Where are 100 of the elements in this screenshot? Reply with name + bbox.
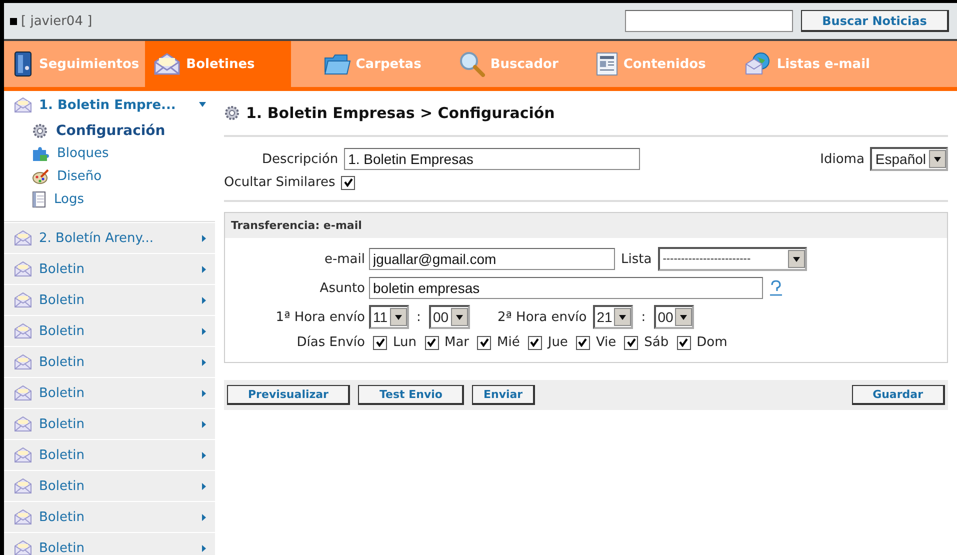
caret-right-icon: [201, 450, 207, 460]
hour-select[interactable]: 11: [369, 305, 409, 329]
globe-envelope-icon: [744, 52, 772, 76]
minute-select[interactable]: 00: [428, 305, 470, 329]
caret-right-icon: [201, 544, 207, 552]
caret-down-icon: [198, 101, 207, 109]
sidebar-item[interactable]: Boletin: [4, 285, 215, 315]
check-icon: [427, 338, 436, 347]
caret-right-icon: [201, 296, 207, 304]
caret-right-icon: [201, 326, 207, 336]
hour-select[interactable]: 21: [592, 305, 634, 329]
day-label: Dom: [696, 335, 728, 350]
help-icon: [769, 280, 783, 296]
caret-right-icon: [201, 264, 207, 274]
field-label: Días Envío: [296, 335, 365, 350]
magnifier-icon: [459, 51, 486, 77]
caret-icon: [933, 154, 942, 164]
email-field[interactable]: jguallar@gmail.com: [369, 248, 615, 270]
sidebar-subitem[interactable]: Bloques: [32, 142, 215, 165]
sidebar-item[interactable]: Boletin: [4, 502, 215, 532]
check-icon: [679, 338, 688, 347]
envelope-icon: [14, 385, 32, 401]
envelope-icon: [14, 478, 32, 494]
checkbox[interactable]: [424, 336, 438, 350]
sidebar-item[interactable]: 2. Boletín Areny...: [4, 223, 215, 253]
sidebar-item[interactable]: Boletin: [4, 347, 215, 377]
field-label: Asunto: [318, 280, 365, 296]
gear-icon: [224, 105, 240, 121]
sidebar-subitem[interactable]: Configuración: [32, 119, 215, 142]
nav-tab[interactable]: Boletines: [145, 41, 291, 87]
subject-field[interactable]: boletin empresas: [369, 277, 763, 299]
description-field[interactable]: 1. Boletin Empresas: [344, 148, 640, 170]
notebook-icon: [32, 191, 46, 208]
checkbox[interactable]: [477, 336, 492, 350]
caret-icon: [394, 312, 403, 322]
sidebar-item[interactable]: Boletin: [4, 533, 215, 555]
caret-icon: [792, 254, 801, 264]
check-icon: [376, 338, 384, 347]
binder-icon: [12, 51, 34, 77]
envelope-icon: [14, 292, 32, 308]
caret-right-icon: [201, 512, 207, 522]
caret-icon: [679, 312, 688, 322]
sidebar-item[interactable]: Boletin: [4, 440, 215, 470]
sidebar-subitem[interactable]: Diseño: [32, 165, 215, 188]
caret-right-icon: [201, 420, 207, 428]
caret-icon: [618, 312, 628, 322]
palette-icon: [32, 168, 49, 184]
sidebar-item[interactable]: Boletin: [4, 254, 215, 284]
envelope-icon: [14, 230, 32, 246]
action-button[interactable]: Enviar: [472, 385, 535, 405]
search-field[interactable]: [625, 10, 793, 32]
check-icon: [626, 338, 636, 347]
envelope-icon: [14, 416, 32, 432]
checkbox[interactable]: [676, 336, 691, 350]
checkbox[interactable]: [576, 336, 590, 350]
field-label: Descripción: [262, 152, 338, 166]
checkbox[interactable]: [528, 336, 542, 350]
envelope-icon: [14, 354, 32, 370]
panel-title: Transferencia: e-mail: [225, 213, 947, 238]
field-label: e-mail: [323, 252, 365, 266]
document-icon: [596, 52, 618, 76]
sidebar-item[interactable]: Boletin: [4, 378, 215, 408]
caret-right-icon: [201, 482, 207, 490]
checkbox[interactable]: [373, 336, 387, 350]
field-label: 1ª Hora envío: [274, 310, 365, 324]
search-button[interactable]: Buscar Noticias: [801, 10, 949, 32]
list-select[interactable]: ------------------------: [658, 247, 807, 271]
sidebar-subitem[interactable]: Logs: [32, 188, 215, 211]
field-label: Idioma: [820, 152, 864, 166]
envelope-icon: [153, 52, 182, 76]
day-label: Mar: [444, 335, 470, 350]
caret-right-icon: [201, 358, 207, 366]
sidebar-item[interactable]: Boletin: [4, 316, 215, 346]
check-icon: [480, 338, 489, 347]
time-separator: :: [641, 310, 646, 324]
envelope-icon: [14, 323, 32, 339]
envelope-icon: [14, 261, 32, 277]
envelope-icon: [14, 509, 32, 525]
save-button[interactable]: Guardar: [852, 385, 945, 405]
sidebar-item[interactable]: Boletin: [4, 471, 215, 501]
action-button[interactable]: Test Envio: [358, 385, 464, 405]
sidebar-item[interactable]: Boletin: [4, 409, 215, 439]
day-label: Sáb: [644, 335, 669, 350]
day-label: Mié: [497, 335, 520, 350]
folder-icon: [322, 52, 351, 76]
check-icon: [578, 338, 588, 347]
check-icon: [344, 178, 353, 187]
checkbox-label: Ocultar Similares: [224, 175, 336, 190]
checkbox[interactable]: [341, 176, 356, 190]
minute-select[interactable]: 00: [654, 305, 694, 329]
language-select[interactable]: Español: [870, 147, 948, 171]
page-title: 1. Boletin Empresas > Configuración: [246, 104, 555, 122]
action-button[interactable]: Previsualizar: [227, 385, 350, 405]
envelope-icon: [14, 97, 32, 113]
day-label: Jue: [548, 335, 568, 350]
envelope-icon: [14, 447, 32, 463]
field-label: 2ª Hora envío: [498, 310, 587, 324]
checkbox[interactable]: [624, 336, 638, 350]
time-separator: :: [416, 310, 421, 324]
envelope-icon: [14, 540, 32, 555]
